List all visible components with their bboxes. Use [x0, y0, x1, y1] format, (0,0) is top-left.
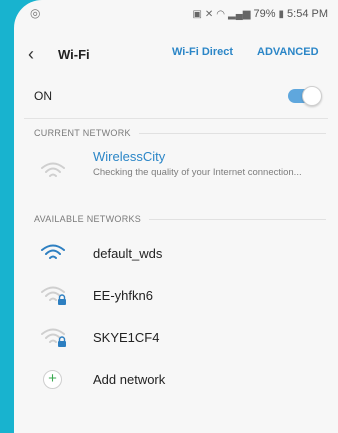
wifi-state-label: ON	[34, 89, 52, 103]
current-network-item[interactable]: WirelessCity Checking the quality of you…	[14, 147, 338, 205]
back-arrow-icon[interactable]: ‹	[28, 45, 58, 63]
app-bar: ‹ Wi-Fi Wi-Fi Direct ADVANCED	[14, 34, 338, 74]
network-item-default-wds[interactable]: default_wds	[14, 233, 338, 275]
clock: 5:54 PM	[287, 8, 328, 20]
signal-icon: ▂▄▆	[228, 8, 251, 20]
network-ssid: default_wds	[93, 246, 163, 261]
network-status: Checking the quality of your Internet co…	[93, 167, 302, 178]
advanced-button[interactable]: ADVANCED	[257, 46, 319, 58]
available-networks-header: AVAILABLE NETWORKS	[14, 205, 338, 233]
phone-screen: ◎ ▣ ✕ ◠ ▂▄▆ 79% ▮ 5:54 PM ‹ Wi-Fi Wi-Fi …	[14, 0, 338, 433]
section-divider	[138, 132, 326, 134]
wifi-locked-icon	[41, 286, 66, 305]
battery-percent: 79%	[253, 8, 276, 20]
notification-icon: ◎	[30, 6, 41, 20]
page-title: Wi-Fi	[58, 46, 90, 62]
plus-icon: +	[43, 370, 62, 389]
wifi-master-row[interactable]: ON	[14, 74, 338, 118]
toggle-knob	[302, 86, 322, 106]
mute-icon: ✕	[204, 8, 214, 20]
wifi-locked-icon	[41, 328, 66, 347]
section-label: CURRENT NETWORK	[34, 128, 131, 138]
battery-icon: ▮	[278, 8, 285, 20]
network-ssid: SKYE1CF4	[93, 330, 160, 345]
section-divider	[149, 218, 326, 220]
wifi-toggle-switch[interactable]	[288, 86, 322, 106]
add-network-label: Add network	[93, 372, 166, 387]
network-ssid: EE-yhfkn6	[93, 288, 153, 303]
section-label: AVAILABLE NETWORKS	[34, 214, 142, 224]
current-network-header: CURRENT NETWORK	[14, 119, 338, 147]
add-network-item[interactable]: + Add network	[14, 359, 338, 401]
status-icons: ▣ ✕ ◠ ▂▄▆ 79% ▮ 5:54 PM	[192, 8, 328, 20]
wifi-direct-button[interactable]: Wi-Fi Direct	[172, 46, 233, 58]
sync-icon: ▣	[192, 8, 202, 20]
network-name: WirelessCity	[93, 149, 166, 164]
network-item-ee-yhfkn6[interactable]: EE-yhfkn6	[14, 275, 338, 317]
wifi-signal-icon	[41, 162, 65, 177]
status-bar: ◎ ▣ ✕ ◠ ▂▄▆ 79% ▮ 5:54 PM	[14, 0, 338, 34]
wifi-icon: ◠	[216, 8, 226, 20]
wifi-signal-icon	[41, 244, 65, 259]
network-item-skye1cf4[interactable]: SKYE1CF4	[14, 317, 338, 359]
